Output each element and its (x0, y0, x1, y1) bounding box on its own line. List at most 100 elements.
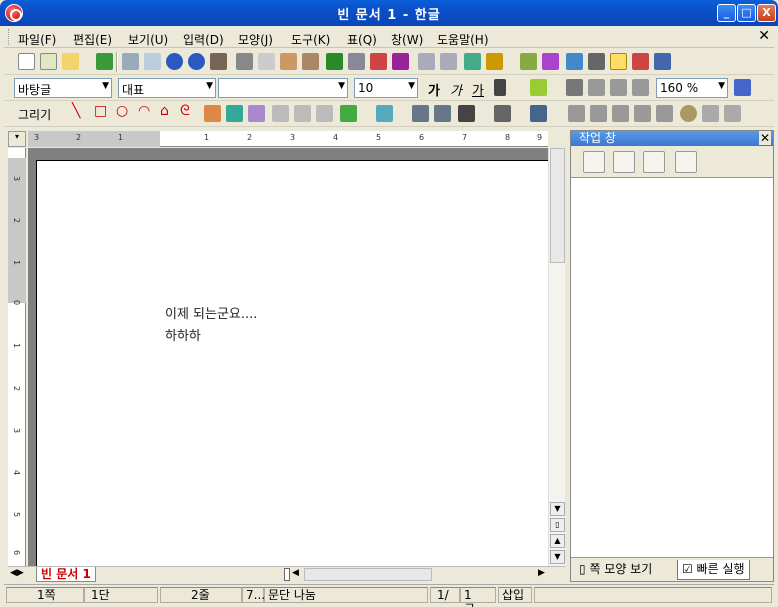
clipboard-icon[interactable] (675, 151, 697, 173)
mirror-icon[interactable] (724, 105, 741, 122)
font-size-select[interactable]: 10 ▼ (354, 78, 418, 98)
hyperlink-icon[interactable] (566, 53, 583, 70)
highlight-icon[interactable] (530, 79, 547, 96)
menu-insert[interactable]: 입력(D) (183, 31, 224, 48)
document-text-line[interactable]: 하하하 (165, 325, 201, 344)
rotate-free-icon[interactable] (680, 105, 697, 122)
minimize-button[interactable]: _ (717, 4, 736, 22)
list-icon[interactable] (643, 151, 665, 173)
underline-button[interactable]: 가 (472, 80, 484, 99)
style-icon[interactable] (370, 53, 387, 70)
scroll-thumb[interactable] (550, 148, 565, 263)
tab-prev-icon[interactable]: ◀▶ (10, 568, 24, 578)
align-left-icon[interactable] (588, 79, 605, 96)
document-page[interactable]: 이제 되는군요.... 하하하 (36, 160, 550, 566)
vertical-scrollbar[interactable]: ▼ ▯ ▲ ▼ (548, 148, 565, 566)
print-icon[interactable] (122, 53, 139, 70)
bullet-icon[interactable] (734, 79, 751, 96)
menu-grip[interactable] (8, 29, 11, 45)
cut-icon[interactable] (236, 53, 253, 70)
task-pane-close-icon[interactable]: ✕ (759, 131, 771, 145)
align-objects-icon[interactable] (612, 105, 629, 122)
title-bar[interactable]: 빈 문서 1 - 한글 _ □ X (0, 0, 778, 26)
paste-icon[interactable] (280, 53, 297, 70)
document-tab[interactable]: 빈 문서 1 (36, 567, 96, 582)
next-page-icon[interactable]: ▼ (550, 550, 565, 564)
align-justify-icon[interactable] (566, 79, 583, 96)
tab-page-view[interactable]: ▯ 쪽 모양 보기 (575, 560, 656, 580)
menu-view[interactable]: 보기(U) (128, 31, 168, 48)
text-color-icon[interactable] (494, 79, 506, 96)
dictionary-icon[interactable] (632, 53, 649, 70)
pen-tool-icon[interactable] (204, 105, 221, 122)
menu-edit[interactable]: 편집(E) (73, 31, 112, 48)
copy-icon[interactable] (258, 53, 275, 70)
web-icon[interactable] (654, 53, 671, 70)
page-break-icon[interactable] (440, 53, 457, 70)
horizontal-scroll-thumb[interactable] (304, 568, 432, 581)
menu-table[interactable]: 표(Q) (347, 31, 377, 48)
horizontal-ruler[interactable]: 3 2 1 1 2 3 4 5 6 7 8 9 (28, 131, 548, 147)
memo-icon[interactable] (610, 53, 627, 70)
menu-file[interactable]: 파일(F) (18, 31, 56, 48)
redo-icon[interactable] (188, 53, 205, 70)
formula-icon[interactable] (542, 53, 559, 70)
send-backward-icon[interactable] (434, 105, 451, 122)
align-right-icon[interactable] (632, 79, 649, 96)
ruler-corner-button[interactable]: ▾ (8, 131, 26, 147)
find-replace-icon[interactable] (613, 151, 635, 173)
prev-page-icon[interactable]: ▲ (550, 534, 565, 548)
menu-format[interactable]: 모양(J) (238, 31, 273, 48)
rotate-icon[interactable] (656, 105, 673, 122)
stamp-icon[interactable] (588, 53, 605, 70)
multi-column-icon[interactable] (418, 53, 435, 70)
picture-icon[interactable] (464, 53, 481, 70)
para-shape-icon[interactable] (348, 53, 365, 70)
line-tool-icon[interactable]: ╲ (72, 103, 80, 119)
align-center-icon[interactable] (610, 79, 627, 96)
rectangle-tool-icon[interactable]: □ (94, 103, 107, 119)
char-shape-icon[interactable] (326, 53, 343, 70)
scroll-right-icon[interactable]: ▶ (538, 568, 545, 578)
shadow-icon[interactable] (568, 105, 585, 122)
find-icon[interactable] (210, 53, 227, 70)
fill-color-icon[interactable] (376, 105, 393, 122)
select-object-icon[interactable] (272, 105, 289, 122)
status-insert-mode[interactable]: 삽입 (498, 587, 532, 603)
new-document-icon[interactable] (18, 53, 35, 70)
menu-window[interactable]: 창(W) (391, 31, 423, 48)
page-view-icon[interactable]: ▯ (550, 518, 565, 532)
drawing-menu-button[interactable]: 그리기 (18, 106, 51, 123)
scroll-left-icon[interactable]: ◀ (292, 568, 299, 578)
line-style-icon[interactable] (458, 105, 475, 122)
arc-tool-icon[interactable]: ◠ (138, 103, 150, 119)
bring-forward-icon[interactable] (412, 105, 429, 122)
chart-icon[interactable] (520, 53, 537, 70)
scroll-down-icon[interactable]: ▼ (550, 502, 565, 516)
curve-tool-icon[interactable]: ᘓ (180, 103, 190, 119)
italic-button[interactable]: 가 (450, 80, 462, 99)
line-color-icon[interactable] (340, 105, 357, 122)
picture-tool-icon[interactable] (248, 105, 265, 122)
print-preview-icon[interactable] (144, 53, 161, 70)
template-icon[interactable] (40, 53, 57, 70)
document-close-icon[interactable]: ✕ (758, 28, 770, 44)
border-icon[interactable] (392, 53, 409, 70)
menu-help[interactable]: 도움말(H) (437, 31, 489, 48)
ellipse-tool-icon[interactable]: ○ (116, 103, 128, 119)
document-text-line[interactable]: 이제 되는군요.... (165, 303, 257, 322)
style-select[interactable]: 바탕글 ▼ (14, 78, 112, 98)
close-button[interactable]: X (757, 4, 776, 22)
ungroup-icon[interactable] (316, 105, 333, 122)
line-thickness-icon[interactable] (494, 105, 511, 122)
menu-tools[interactable]: 도구(K) (291, 31, 330, 48)
flip-icon[interactable] (702, 105, 719, 122)
group-icon[interactable] (294, 105, 311, 122)
save-icon[interactable] (96, 53, 113, 70)
format-painter-icon[interactable] (302, 53, 319, 70)
maximize-button[interactable]: □ (737, 4, 756, 22)
tab-quick-run[interactable]: ☑ 빠른 실행 (677, 560, 750, 580)
table-icon[interactable] (486, 53, 503, 70)
textbox-tool-icon[interactable] (226, 105, 243, 122)
status-page[interactable]: 1쪽 (6, 587, 84, 603)
